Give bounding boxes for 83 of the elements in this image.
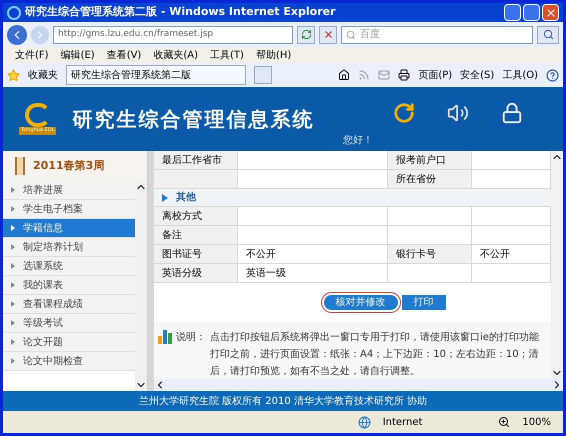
search-icon bbox=[346, 30, 356, 40]
chart-icon bbox=[158, 330, 172, 344]
field-label: 备注 bbox=[154, 226, 238, 245]
window-title: 研究生综合管理系统第二版 - Windows Internet Explorer bbox=[25, 4, 336, 20]
search-placeholder: 百度 bbox=[360, 28, 380, 42]
note-line: 后，请打印预览，如有不当之处，请自行调整。 bbox=[210, 364, 421, 379]
sidebar-item[interactable]: 论文中期检查 bbox=[3, 352, 135, 371]
browser-tab[interactable]: 研究生综合管理系统第二版 bbox=[66, 65, 246, 85]
menu-item[interactable]: 帮助(H) bbox=[256, 48, 292, 62]
arrow-icon bbox=[11, 187, 15, 193]
sidebar-item[interactable]: 等级考试 bbox=[3, 314, 135, 333]
sidebar-item[interactable]: 培养进展 bbox=[3, 181, 135, 200]
refresh-icon[interactable] bbox=[393, 102, 415, 124]
note-title: 说明： bbox=[176, 331, 206, 345]
address-field[interactable]: http://gms.lzu.edu.cn/frameset.jsp bbox=[53, 26, 293, 44]
system-title: 研究生综合管理信息系统 bbox=[72, 106, 314, 133]
section-title: 其他 bbox=[176, 190, 196, 205]
sidebar-item[interactable]: 学籍信息 bbox=[3, 219, 135, 238]
globe-icon bbox=[358, 416, 371, 428]
greeting-text: 您好！ bbox=[343, 134, 373, 148]
sidebar-item[interactable]: 查看课程成绩 bbox=[3, 295, 135, 314]
minimize-button[interactable] bbox=[504, 4, 521, 21]
menu-item[interactable]: 文件(F) bbox=[15, 48, 49, 62]
arrow-icon bbox=[11, 263, 15, 269]
field-label: 银行卡号 bbox=[388, 245, 472, 264]
print-icon[interactable] bbox=[398, 69, 410, 81]
field-label: 离校方式 bbox=[154, 207, 238, 226]
arrow-icon bbox=[11, 225, 15, 231]
zone-label: Internet bbox=[382, 416, 422, 430]
speaker-icon[interactable] bbox=[447, 102, 469, 124]
refresh-icon bbox=[300, 29, 312, 40]
form-button[interactable]: 核对并修改 bbox=[324, 295, 398, 310]
favorites-star-icon bbox=[7, 68, 20, 82]
refresh-button[interactable] bbox=[297, 26, 315, 44]
toolbar-menu[interactable]: 页面(P) bbox=[418, 68, 452, 82]
zoom-level[interactable]: 100% bbox=[522, 414, 551, 430]
table-cell: 不公开 bbox=[472, 245, 551, 264]
maximize-button[interactable] bbox=[523, 4, 540, 21]
sidebar-item[interactable]: 学生电子档案 bbox=[3, 200, 135, 219]
arrow-icon bbox=[11, 320, 15, 326]
arrow-icon bbox=[11, 301, 15, 307]
sidebar-item[interactable]: 我的课表 bbox=[3, 276, 135, 295]
arrow-icon bbox=[11, 244, 15, 250]
sidebar-item[interactable]: 选课系统 bbox=[3, 257, 135, 276]
footer-text: 兰州大学研究生院 版权所有 2010 清华大学教育技术研究所 协助 bbox=[138, 394, 428, 408]
field-label: 最后工作省市 bbox=[154, 151, 238, 170]
table-cell: 不公开 bbox=[238, 245, 388, 264]
zoom-icon bbox=[498, 416, 510, 428]
search-button[interactable] bbox=[537, 26, 559, 44]
field-label: 图书证号 bbox=[154, 245, 238, 264]
arrow-icon bbox=[11, 282, 15, 288]
arrow-icon bbox=[11, 339, 15, 345]
toolbar-menu[interactable]: 安全(S) bbox=[460, 68, 494, 82]
field-label: 报考前户口 bbox=[388, 151, 472, 170]
note-line: 点击打印按钮后系统将弹出一窗口专用于打印，请使用该窗口ie的打印功能 bbox=[210, 330, 539, 345]
scrollbar[interactable] bbox=[135, 181, 147, 391]
help-icon[interactable] bbox=[546, 68, 559, 82]
field-label: 所在省份 bbox=[388, 170, 472, 189]
scrollbar[interactable] bbox=[551, 151, 563, 379]
menu-item[interactable]: 查看(V) bbox=[106, 48, 142, 62]
arrow-icon bbox=[11, 206, 15, 212]
menu-item[interactable]: 编辑(E) bbox=[60, 48, 95, 62]
sidebar-item[interactable]: 制定培养计划 bbox=[3, 238, 135, 257]
home-icon[interactable] bbox=[338, 69, 350, 81]
horizontal-scrollbar[interactable] bbox=[154, 379, 563, 391]
close-icon bbox=[544, 6, 556, 18]
favorites-button[interactable]: 收藏夹 bbox=[28, 68, 58, 82]
form-button[interactable]: 打印 bbox=[402, 295, 446, 310]
stop-icon bbox=[322, 29, 334, 40]
field-label: 英语分级 bbox=[154, 264, 238, 283]
stop-button[interactable] bbox=[319, 26, 337, 44]
menu-item[interactable]: 收藏夹(A) bbox=[153, 48, 198, 62]
toolbar-menu[interactable]: 工具(O) bbox=[502, 68, 538, 82]
close-button[interactable] bbox=[542, 4, 559, 21]
lock-icon[interactable] bbox=[501, 102, 523, 124]
search-icon bbox=[542, 29, 554, 40]
menu-item[interactable]: 工具(T) bbox=[210, 48, 244, 62]
back-button[interactable] bbox=[7, 24, 27, 44]
note-line: 打印之前，进行页面设置：纸张：A4；上下边距：10；左右边距：10；清 bbox=[210, 348, 539, 362]
week-label: 2011春第3周 bbox=[33, 158, 104, 174]
table-cell: 英语一级 bbox=[238, 264, 388, 283]
sidebar-item[interactable]: 论文开题 bbox=[3, 333, 135, 352]
arrow-icon bbox=[11, 358, 15, 364]
